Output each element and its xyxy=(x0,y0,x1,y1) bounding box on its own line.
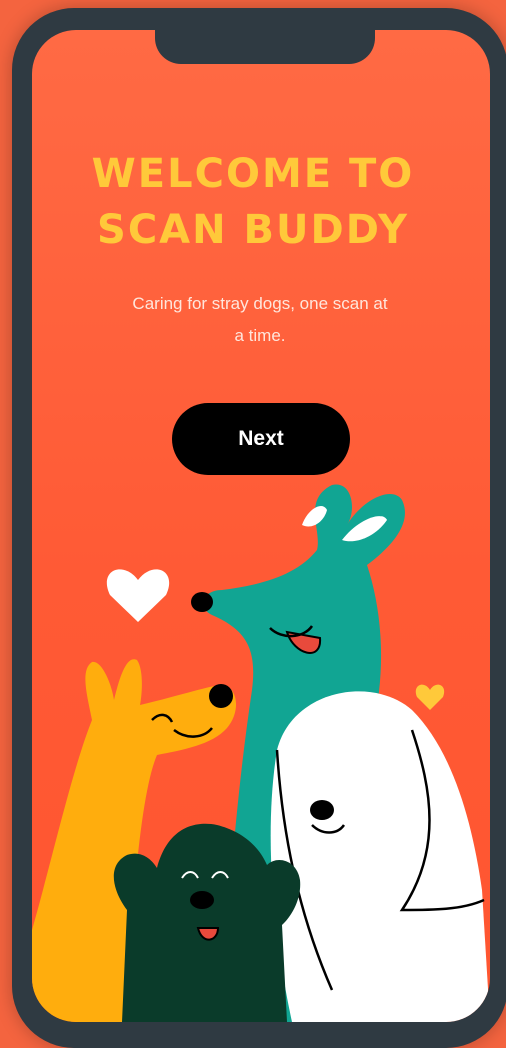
title-line-2: SCAN BUDDY xyxy=(97,207,409,253)
next-button[interactable]: Next xyxy=(172,403,350,475)
title-line-1: WELCOME TO xyxy=(91,151,415,197)
phone-notch xyxy=(155,26,375,64)
subtitle-text: Caring for stray dogs, one scan at a tim… xyxy=(132,294,388,345)
page-title: WELCOME TO SCAN BUDDY xyxy=(0,146,506,258)
